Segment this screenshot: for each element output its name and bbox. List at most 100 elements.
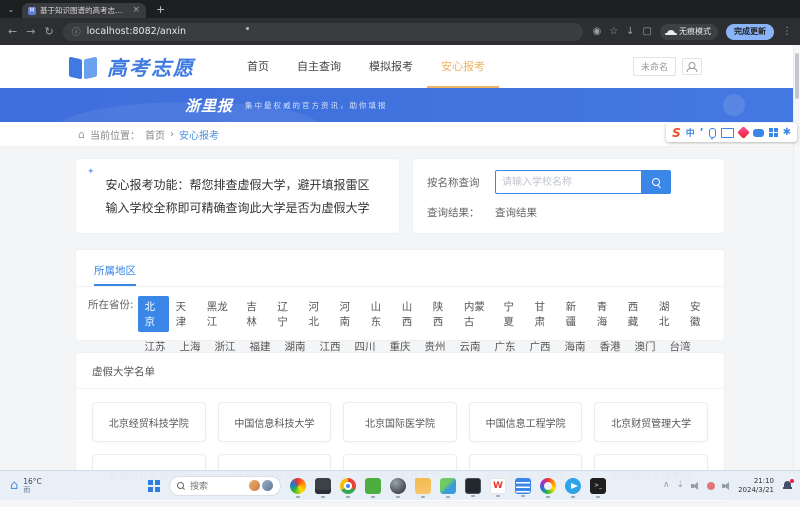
- browser-toolbar: ← → ↻ ⓘ localhost:8082/anxin ◉ ☆ ↓ ▢ 无痕模…: [0, 18, 800, 45]
- home-icon: ⌂: [78, 128, 85, 141]
- province-option[interactable]: 甘肃: [528, 296, 559, 332]
- carousel-dot[interactable]: [246, 27, 249, 30]
- university-card[interactable]: 中国信息工程学院: [469, 402, 583, 442]
- province-option[interactable]: 河南: [333, 296, 364, 332]
- browser-tab[interactable]: M 基于知识图谱的高考志愿智能 ×: [22, 3, 146, 18]
- region-tab[interactable]: 所属地区: [94, 263, 136, 286]
- province-option[interactable]: 山西: [395, 296, 426, 332]
- province-option[interactable]: 北京: [138, 296, 169, 332]
- ime-skin-icon[interactable]: [737, 126, 750, 139]
- province-option[interactable]: 西藏: [621, 296, 652, 332]
- breadcrumb-home-link[interactable]: 首页: [145, 127, 165, 142]
- nav-item-self-query[interactable]: 自主查询: [283, 45, 355, 88]
- province-option[interactable]: 安徽: [683, 296, 714, 332]
- taskbar-clock[interactable]: 21:10 2024/3/21: [738, 477, 774, 494]
- taskbar-search-placeholder: 搜索: [190, 479, 208, 492]
- site-info-icon[interactable]: ⓘ: [72, 25, 81, 38]
- tray-chevron-icon[interactable]: ∧: [663, 481, 670, 490]
- province-option[interactable]: 宁夏: [496, 296, 527, 332]
- nav-item-mock-apply[interactable]: 模拟报考: [355, 45, 427, 88]
- site-logo-text: 高考志愿: [107, 52, 195, 81]
- province-option[interactable]: 湖北: [652, 296, 683, 332]
- side-panel-icon[interactable]: ▢: [643, 27, 652, 37]
- app-ledger-icon[interactable]: [515, 478, 531, 494]
- university-card[interactable]: 北京财贸管理大学: [594, 402, 708, 442]
- site-header: 高考志愿 首页 自主查询 模拟报考 安心报考 未命名: [0, 45, 800, 88]
- forward-icon[interactable]: →: [26, 26, 35, 37]
- province-option[interactable]: 天津: [169, 296, 200, 332]
- tray-volume-icon[interactable]: [722, 482, 731, 490]
- ime-punct-icon[interactable]: ’: [700, 127, 704, 138]
- app-globe-icon[interactable]: [390, 478, 406, 494]
- province-option[interactable]: 内蒙古: [457, 296, 497, 332]
- university-card[interactable]: 中国信息科技大学: [218, 402, 332, 442]
- breadcrumb-label: 当前位置：: [90, 127, 140, 142]
- scrollbar-thumb[interactable]: [795, 53, 799, 99]
- username-chip[interactable]: 未命名: [633, 57, 676, 76]
- start-button-icon[interactable]: [148, 480, 160, 492]
- chrome-update-button[interactable]: 完成更新: [726, 24, 774, 40]
- tab-search-chevron-icon[interactable]: ⌄: [0, 2, 22, 17]
- app-chrome-icon[interactable]: [340, 478, 356, 494]
- ime-keyboard-icon[interactable]: [721, 128, 734, 138]
- address-bar[interactable]: ⓘ localhost:8082/anxin: [63, 23, 584, 41]
- downloads-icon[interactable]: ↓: [626, 27, 634, 37]
- book-logo-icon: [68, 56, 98, 78]
- app-2345-browser-icon[interactable]: [290, 478, 306, 494]
- ime-pad-icon[interactable]: [753, 129, 764, 137]
- banner-decoration: [723, 94, 745, 116]
- search-button[interactable]: [641, 170, 671, 194]
- tray-record-icon[interactable]: [707, 482, 715, 490]
- fake-list-title: 虚假大学名单: [76, 353, 724, 389]
- ime-mic-icon[interactable]: [709, 128, 716, 138]
- url-text: localhost:8082/anxin: [87, 26, 575, 37]
- university-card[interactable]: 北京经贸科技学院: [92, 402, 206, 442]
- nav-item-home[interactable]: 首页: [233, 45, 283, 88]
- menu-dots-icon[interactable]: ⋮: [782, 27, 792, 37]
- province-option[interactable]: 山东: [364, 296, 395, 332]
- app-file-explorer-icon[interactable]: [415, 478, 431, 494]
- bookmark-star-icon[interactable]: ☆: [609, 27, 618, 37]
- taskbar-center: 搜索 W >_: [148, 476, 606, 496]
- search-field-label: 按名称查询: [427, 175, 495, 190]
- tab-close-icon[interactable]: ×: [132, 6, 140, 15]
- app-telegram-icon[interactable]: [565, 478, 581, 494]
- weather-temp: 16°C: [23, 478, 42, 486]
- province-option[interactable]: 青海: [590, 296, 621, 332]
- page-scrollbar[interactable]: [793, 45, 800, 470]
- back-icon[interactable]: ←: [8, 26, 17, 37]
- browser-tab-strip: ⌄ M 基于知识图谱的高考志愿智能 × +: [0, 0, 800, 18]
- tray-download-icon[interactable]: ⇣: [677, 481, 685, 490]
- site-logo[interactable]: 高考志愿: [68, 45, 195, 88]
- tray-speaker-icon[interactable]: [691, 482, 700, 490]
- school-name-input[interactable]: [495, 170, 641, 194]
- province-option[interactable]: 陕西: [426, 296, 457, 332]
- province-option[interactable]: 吉林: [239, 296, 270, 332]
- weather-icon: ⌂: [10, 479, 18, 492]
- province-option[interactable]: 黑龙江: [200, 296, 240, 332]
- taskbar-weather-widget[interactable]: ⌂ 16°C 雨: [0, 478, 148, 494]
- app-notebook-icon[interactable]: [315, 478, 331, 494]
- app-wps-icon[interactable]: W: [490, 478, 506, 494]
- app-photos-icon[interactable]: [440, 478, 456, 494]
- province-option[interactable]: 河北: [301, 296, 332, 332]
- app-green-icon[interactable]: [365, 478, 381, 494]
- eye-icon[interactable]: ◉: [592, 27, 601, 37]
- ime-grid-icon[interactable]: [769, 128, 778, 137]
- incognito-label: 无痕模式: [679, 26, 711, 37]
- notification-bell-icon[interactable]: [783, 481, 792, 490]
- nav-item-safe-apply[interactable]: 安心报考: [427, 45, 499, 88]
- new-tab-button[interactable]: +: [156, 3, 165, 16]
- app-terminal-icon[interactable]: >_: [590, 478, 606, 494]
- app-display-icon[interactable]: [465, 478, 481, 494]
- avatar-icon[interactable]: [682, 58, 702, 75]
- taskbar-search-box[interactable]: 搜索: [169, 476, 281, 496]
- app-color-wheel-icon[interactable]: [540, 478, 556, 494]
- sogou-logo-icon[interactable]: S: [672, 127, 681, 139]
- reload-icon[interactable]: ↻: [44, 26, 53, 37]
- ime-settings-icon[interactable]: ✱: [783, 128, 791, 138]
- province-option[interactable]: 新疆: [559, 296, 590, 332]
- ime-mode-icon[interactable]: 中: [686, 126, 695, 139]
- university-card[interactable]: 北京国际医学院: [343, 402, 457, 442]
- province-option[interactable]: 辽宁: [270, 296, 301, 332]
